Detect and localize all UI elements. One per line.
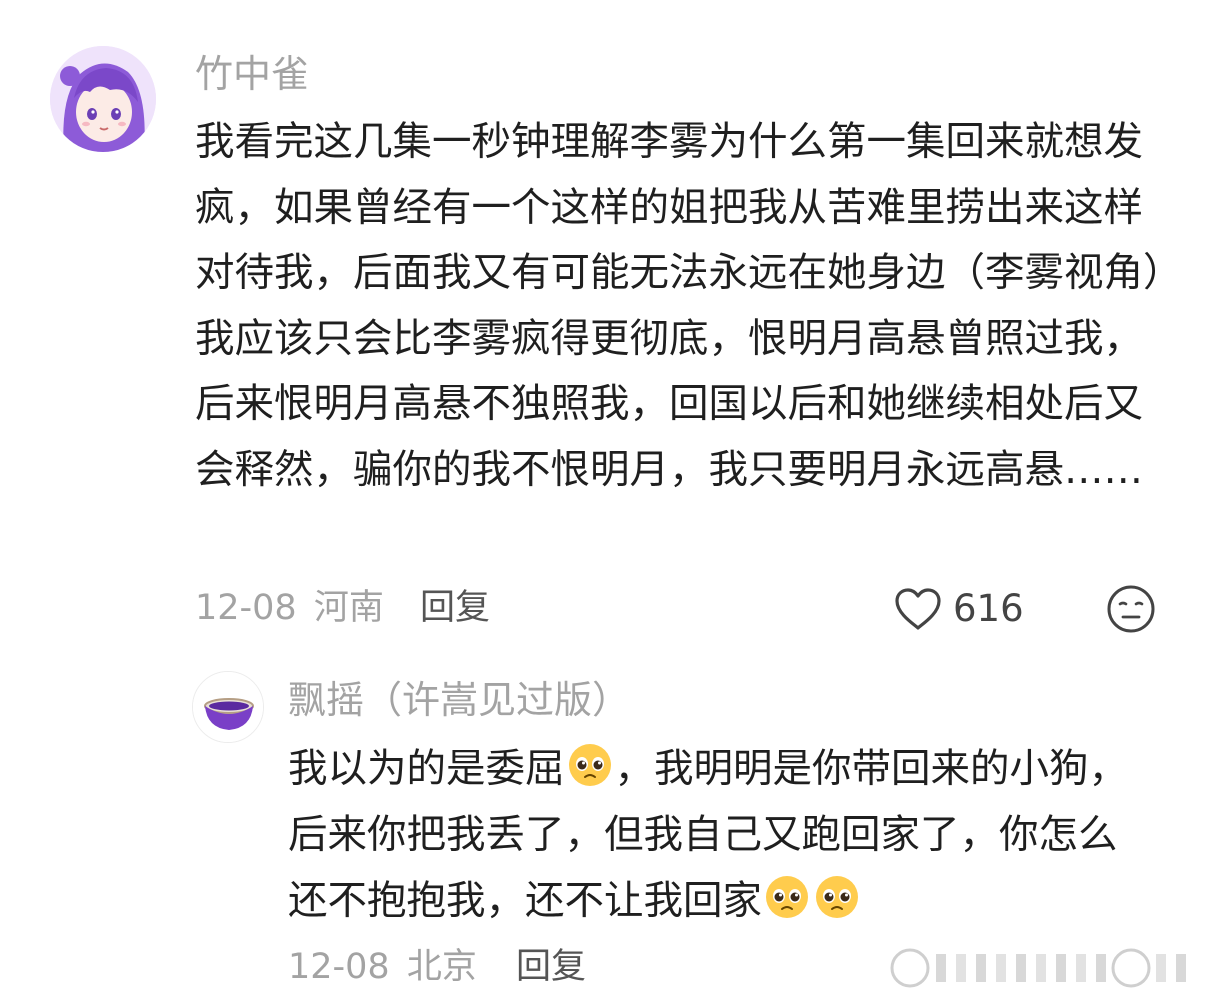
- pleading-face-emoji: [567, 742, 613, 788]
- reply-button[interactable]: 回复: [516, 945, 586, 989]
- heart-outline-icon: [895, 588, 941, 630]
- avatar-bowl-icon: [193, 672, 263, 742]
- pleading-face-emoji: [764, 874, 810, 920]
- comment-date: 12-08: [195, 588, 297, 628]
- comment-item: 竹中雀 我看完这几集一秒钟理解李雾为什么第一集回来就想发疯，如果曾经有一个这样的…: [0, 0, 1206, 660]
- comment-meta: 12-08 北京: [288, 945, 477, 989]
- like-count: 616: [953, 587, 1024, 630]
- like-button[interactable]: 616: [893, 584, 1024, 634]
- comment-text: 我以为的是委屈 ，我明明是你带回来的小狗，后来你把我丢了，但我自己又跑回家了，你怎…: [288, 736, 1128, 934]
- comment-location: 北京: [406, 947, 477, 987]
- avatar[interactable]: [50, 46, 156, 152]
- reaction-button[interactable]: [1106, 584, 1156, 634]
- pleading-face-emoji: [814, 874, 860, 920]
- avatar-anime-girl-icon: [50, 46, 156, 152]
- reply-button[interactable]: 回复: [420, 586, 490, 630]
- comment-meta: 12-08 河南: [195, 586, 384, 630]
- comment-date: 12-08: [288, 947, 390, 987]
- comment-username[interactable]: 飘摇（许嵩见过版）: [288, 676, 630, 724]
- avatar[interactable]: [192, 671, 264, 743]
- comment-location: 河南: [313, 588, 384, 628]
- comment-username[interactable]: 竹中雀: [195, 50, 309, 98]
- comment-text: 我看完这几集一秒钟理解李雾为什么第一集回来就想发疯，如果曾经有一个这样的姐把我从…: [195, 119, 1163, 493]
- comment-text-part: 我以为的是委屈: [288, 746, 565, 792]
- neutral-face-icon: [1107, 585, 1155, 633]
- watermark-icon: [890, 948, 1186, 988]
- bottom-toolbar: [888, 940, 1206, 995]
